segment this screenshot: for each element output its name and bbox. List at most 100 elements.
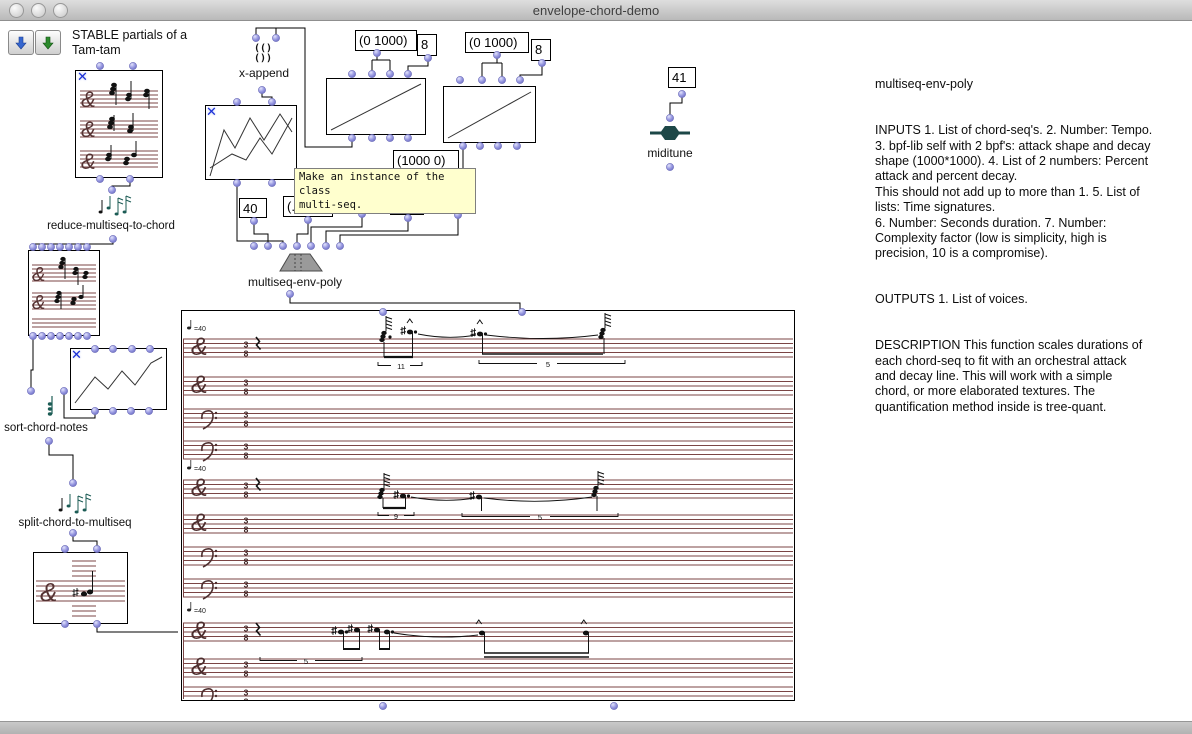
svg-text:&: & [81, 87, 96, 112]
import-button[interactable] [8, 30, 34, 55]
port[interactable] [386, 70, 393, 77]
number-box-tune[interactable]: 41 [668, 67, 696, 88]
score-notes: 11 5 9 [256, 313, 625, 666]
port[interactable] [27, 387, 34, 394]
port[interactable] [69, 479, 76, 486]
chordseq-box-reduced[interactable]: && [28, 250, 100, 336]
port[interactable] [368, 70, 375, 77]
reduce-label[interactable]: reduce-multiseq-to-chord [36, 220, 186, 232]
comment-text: STABLE partials of a Tam-tam [72, 28, 187, 58]
treble-clef: & [191, 653, 208, 681]
lock-x-icon[interactable]: ✕ [206, 106, 219, 119]
timesig-denominator: 8 [244, 633, 249, 643]
patch-cable [262, 92, 272, 100]
port[interactable] [258, 86, 265, 93]
port[interactable] [279, 242, 286, 249]
bpf-box-decay[interactable] [443, 86, 536, 143]
port[interactable] [108, 186, 115, 193]
blue-down-arrow-icon [14, 36, 28, 50]
green-down-arrow-icon [41, 36, 55, 50]
bass-clef [202, 689, 213, 700]
split-label[interactable]: split-chord-to-multiseq [14, 517, 136, 529]
poly-score-editor[interactable]: &38&383838&38&383838&38&3838=40=40=40 11… [181, 310, 795, 701]
port[interactable] [293, 242, 300, 249]
bpf-curves [206, 106, 296, 179]
port[interactable] [69, 529, 76, 536]
port[interactable] [456, 76, 463, 83]
port[interactable] [264, 242, 271, 249]
port[interactable] [252, 34, 259, 41]
port[interactable] [666, 163, 673, 170]
port[interactable] [404, 70, 411, 77]
sort-chord-icon[interactable] [42, 394, 58, 420]
timesig-denominator: 8 [244, 697, 249, 701]
port[interactable] [379, 702, 386, 709]
patch-cable [49, 443, 73, 481]
miditune-label[interactable]: miditune [644, 146, 696, 160]
number-box-tempo[interactable]: 40 [239, 198, 267, 218]
export-button[interactable] [35, 30, 61, 55]
port[interactable] [109, 235, 116, 242]
number-box-8a[interactable]: 8 [417, 34, 437, 56]
port[interactable] [322, 242, 329, 249]
chord-box[interactable]: & [33, 552, 128, 624]
mini-score: &&& [76, 71, 162, 177]
timesig-denominator: 8 [244, 669, 249, 679]
tempo-note-icon [187, 327, 191, 330]
env-poly-label[interactable]: multiseq-env-poly [230, 275, 360, 289]
port[interactable] [348, 70, 355, 77]
tempo-marking: =40 [194, 608, 206, 615]
bpf-box-contour[interactable] [70, 348, 167, 410]
titlebar: envelope-chord-demo [0, 0, 1192, 21]
split-notes-icon[interactable] [58, 490, 92, 516]
timesig-denominator: 8 [244, 557, 249, 567]
port[interactable] [45, 437, 52, 444]
port[interactable] [250, 217, 257, 224]
port[interactable] [286, 290, 293, 297]
port[interactable] [336, 242, 343, 249]
patch-cable [31, 337, 33, 389]
reduce-notes-icon[interactable] [98, 192, 132, 218]
env-poly-trapezoid-icon[interactable] [276, 251, 326, 273]
port[interactable] [678, 90, 685, 97]
tempo-marking: =40 [194, 326, 206, 333]
patch-cable [408, 60, 428, 71]
sort-label[interactable]: sort-chord-notes [0, 422, 92, 434]
tuplet-number: 9 [394, 512, 398, 521]
port[interactable] [272, 34, 279, 41]
list-box-range-a[interactable]: (0 1000) [355, 30, 417, 51]
port[interactable] [304, 216, 311, 223]
x-append-icon[interactable]: (() ()) [246, 44, 280, 64]
port[interactable] [307, 242, 314, 249]
port[interactable] [498, 76, 505, 83]
multiseq-box-source[interactable]: &&& [75, 70, 163, 178]
x-append-label[interactable]: x-append [228, 66, 300, 80]
number-box-8b[interactable]: 8 [531, 39, 551, 61]
port[interactable] [666, 114, 673, 121]
port[interactable] [516, 76, 523, 83]
patch-cable [297, 222, 308, 244]
patch-cable [73, 535, 97, 547]
treble-clef: & [191, 509, 208, 537]
lock-x-icon[interactable]: ✕ [71, 349, 84, 362]
port[interactable] [478, 76, 485, 83]
treble-clef: & [191, 371, 208, 399]
svg-text:&: & [81, 117, 96, 142]
tuplet-number: 11 [397, 362, 405, 371]
port[interactable] [610, 702, 617, 709]
list-box-range-b[interactable]: (0 1000) [465, 32, 529, 53]
port[interactable] [250, 242, 257, 249]
port[interactable] [404, 214, 411, 221]
patch-cable [33, 240, 113, 247]
patch-cable [112, 179, 130, 189]
port[interactable] [129, 62, 136, 69]
patch-cable [254, 223, 268, 244]
tuplet-number: 5 [546, 360, 550, 369]
port[interactable] [60, 387, 67, 394]
lock-x-icon[interactable]: ✕ [77, 71, 90, 84]
timesig-denominator: 8 [244, 490, 249, 500]
bpf-box-attack[interactable] [326, 78, 426, 135]
miditune-icon[interactable] [650, 124, 690, 142]
treble-clef: & [191, 474, 208, 502]
port[interactable] [96, 62, 103, 69]
